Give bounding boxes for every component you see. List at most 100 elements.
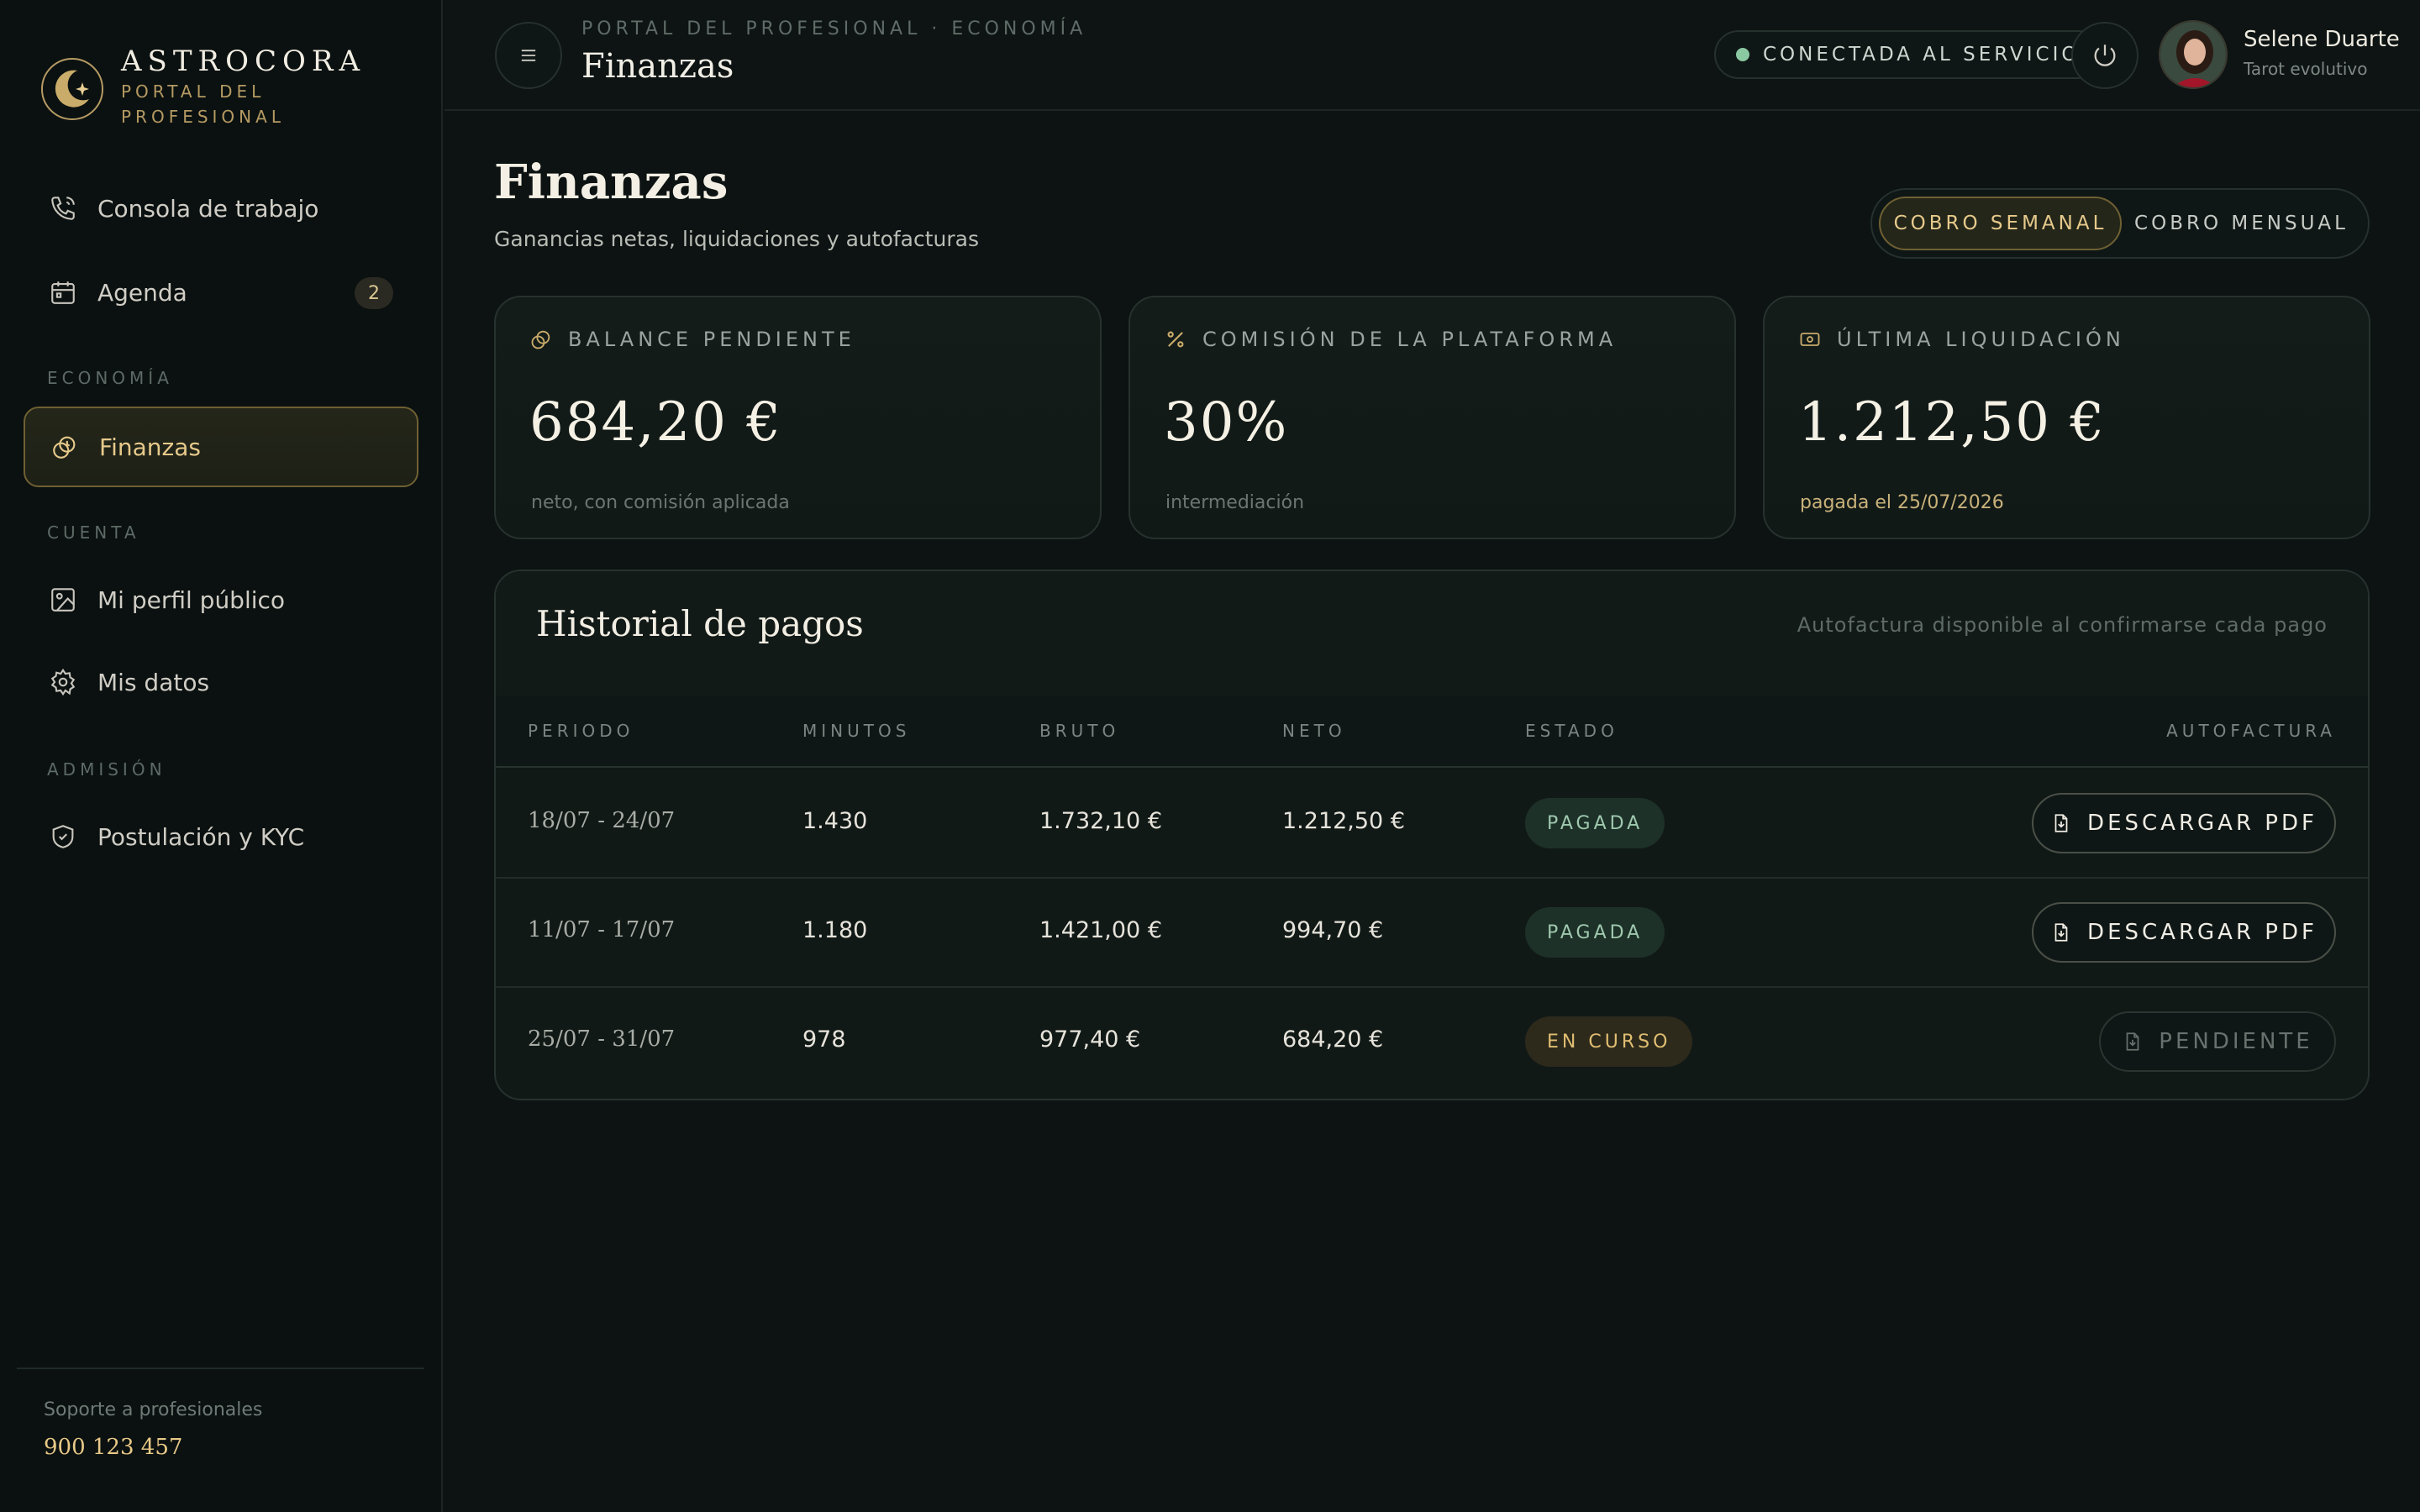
avatar[interactable]: [2159, 20, 2228, 89]
card-value: 30%: [1164, 391, 1289, 454]
main-content: Finanzas Ganancias netas, liquidaciones …: [445, 113, 2420, 1512]
sidebar-item-finanzas[interactable]: Finanzas: [24, 407, 418, 487]
page-title: Finanzas: [494, 155, 729, 210]
brand-name: ASTROCORA: [121, 45, 366, 78]
file-pending-icon: [2126, 1032, 2139, 1051]
cell-net: 1.212,50 €: [1282, 808, 1405, 834]
sidebar-item-consola[interactable]: Consola de trabajo: [24, 168, 418, 249]
cell-gross: 1.421,00 €: [1039, 917, 1162, 943]
card-label: ÚLTIMA LIQUIDACIÓN: [1798, 328, 2125, 351]
sidebar-item-label: Postulación y KYC: [97, 822, 305, 851]
file-download-icon: [2054, 814, 2068, 832]
card-label-text: BALANCE PENDIENTE: [568, 328, 855, 351]
coins-icon: [531, 330, 550, 349]
col-bruto: BRUTO: [1039, 721, 1120, 741]
history-title: Historial de pagos: [536, 603, 864, 644]
breadcrumb: PORTAL DEL PROFESIONAL · ECONOMÍA: [581, 18, 1087, 39]
header-title: Finanzas: [581, 47, 734, 86]
pending-pdf-label: PENDIENTE: [2159, 1029, 2313, 1054]
card-value: 1.212,50 €: [1798, 391, 2107, 454]
agenda-count-badge: 2: [355, 277, 393, 309]
table-row: 18/07 - 24/07 1.430 1.732,10 € 1.212,50 …: [496, 769, 2368, 879]
status-badge: EN CURSO: [1525, 1016, 1693, 1067]
toggle-monthly[interactable]: COBRO MENSUAL: [2122, 197, 2361, 250]
card-value: 684,20 €: [529, 391, 782, 454]
card-foot: neto, con comisión aplicada: [531, 492, 790, 513]
user-name: Selene Duarte: [2244, 27, 2400, 52]
table-row: 25/07 - 31/07 978 977,40 € 684,20 € EN C…: [496, 988, 2368, 1097]
table-row: 11/07 - 17/07 1.180 1.421,00 € 994,70 € …: [496, 879, 2368, 988]
payment-history: Historial de pagos Autofactura disponibl…: [494, 570, 2370, 1100]
user-role: Tarot evolutivo: [2244, 59, 2368, 79]
col-minutos: MINUTOS: [802, 721, 911, 741]
status-badge: PAGADA: [1525, 798, 1665, 848]
download-pdf-button[interactable]: DESCARGAR PDF: [2032, 793, 2336, 853]
shield-icon: [52, 825, 74, 848]
cell-minutes: 1.430: [802, 808, 868, 834]
card-label: BALANCE PENDIENTE: [529, 328, 855, 351]
card-label-text: ÚLTIMA LIQUIDACIÓN: [1837, 328, 2125, 351]
cell-gross: 1.732,10 €: [1039, 808, 1162, 834]
cell-period: 18/07 - 24/07: [528, 808, 676, 833]
sidebar-item-label: Mi perfil público: [97, 585, 286, 614]
col-periodo: PERIODO: [528, 721, 634, 741]
file-download-icon: [2054, 923, 2068, 942]
power-button[interactable]: [2071, 22, 2139, 89]
connection-status-label: CONECTADA AL SERVICIO: [1763, 44, 2081, 66]
cell-gross: 977,40 €: [1039, 1026, 1141, 1053]
sidebar-item-label: Mis datos: [97, 668, 210, 696]
status-dot-icon: [1736, 48, 1749, 61]
support-phone[interactable]: 900 123 457: [44, 1435, 182, 1460]
brand-subtitle: PORTAL DEL PROFESIONAL: [121, 81, 285, 127]
col-autofactura: AUTOFACTURA: [2166, 721, 2336, 741]
hamburger-icon: [521, 50, 536, 61]
section-label-admision: ADMISIÓN: [47, 759, 166, 780]
coins-icon: [53, 436, 76, 459]
calendar-icon: [51, 281, 75, 304]
card-label-text: COMISIÓN DE LA PLATAFORMA: [1202, 328, 1618, 351]
cell-minutes: 978: [802, 1026, 846, 1053]
support-label: Soporte a profesionales: [44, 1399, 263, 1420]
gear-icon: [50, 668, 76, 696]
menu-button[interactable]: [495, 22, 562, 89]
power-icon: [2094, 45, 2116, 66]
card-last-settlement: ÚLTIMA LIQUIDACIÓN 1.212,50 € pagada el …: [1763, 296, 2370, 539]
moon-logo-icon: [41, 58, 103, 120]
cell-net: 684,20 €: [1282, 1026, 1384, 1053]
sidebar-item-agenda[interactable]: Agenda 2: [24, 252, 418, 333]
brand[interactable]: ASTROCORA PORTAL DEL PROFESIONAL: [40, 44, 366, 129]
table-header: PERIODO MINUTOS BRUTO NETO ESTADO AUTOFA…: [496, 696, 2368, 768]
download-pdf-label: DESCARGAR PDF: [2087, 920, 2317, 945]
sidebar-item-kyc[interactable]: Postulación y KYC: [24, 796, 418, 877]
sidebar-divider: [17, 1368, 424, 1369]
sidebar-item-label: Consola de trabajo: [97, 194, 319, 223]
cell-net: 994,70 €: [1282, 917, 1384, 943]
status-badge: PAGADA: [1525, 907, 1665, 958]
sidebar-item-datos[interactable]: Mis datos: [24, 642, 418, 722]
cell-minutes: 1.180: [802, 917, 868, 943]
image-icon: [51, 588, 75, 612]
section-label-cuenta: CUENTA: [47, 522, 140, 543]
page-subtitle: Ganancias netas, liquidaciones y autofac…: [494, 227, 980, 251]
card-foot: pagada el 25/07/2026: [1800, 492, 2004, 513]
card-balance: BALANCE PENDIENTE 684,20 € neto, con com…: [494, 296, 1102, 539]
col-neto: NETO: [1282, 721, 1346, 741]
card-foot: intermediación: [1165, 492, 1305, 513]
phone-icon: [51, 197, 75, 220]
section-label-economia: ECONOMÍA: [47, 368, 173, 388]
download-pdf-button[interactable]: DESCARGAR PDF: [2032, 902, 2336, 963]
history-note: Autofactura disponible al confirmarse ca…: [1797, 613, 2328, 637]
toggle-weekly[interactable]: COBRO SEMANAL: [1879, 197, 2122, 250]
cell-period: 25/07 - 31/07: [528, 1026, 676, 1052]
cell-period: 11/07 - 17/07: [528, 917, 676, 942]
download-pdf-label: DESCARGAR PDF: [2087, 811, 2317, 836]
connection-status-pill[interactable]: CONECTADA AL SERVICIO: [1714, 30, 2102, 79]
billing-period-toggle: COBRO SEMANAL COBRO MENSUAL: [1870, 188, 2370, 259]
col-estado: ESTADO: [1525, 721, 1618, 741]
avatar-portrait-icon: [2160, 22, 2226, 87]
sidebar-item-label: Finanzas: [99, 433, 201, 461]
sidebar-item-perfil[interactable]: Mi perfil público: [24, 559, 418, 640]
banknote-icon: [1800, 333, 1820, 346]
card-commission: COMISIÓN DE LA PLATAFORMA 30% intermedia…: [1128, 296, 1736, 539]
topbar: PORTAL DEL PROFESIONAL · ECONOMÍA Finanz…: [445, 0, 2420, 111]
